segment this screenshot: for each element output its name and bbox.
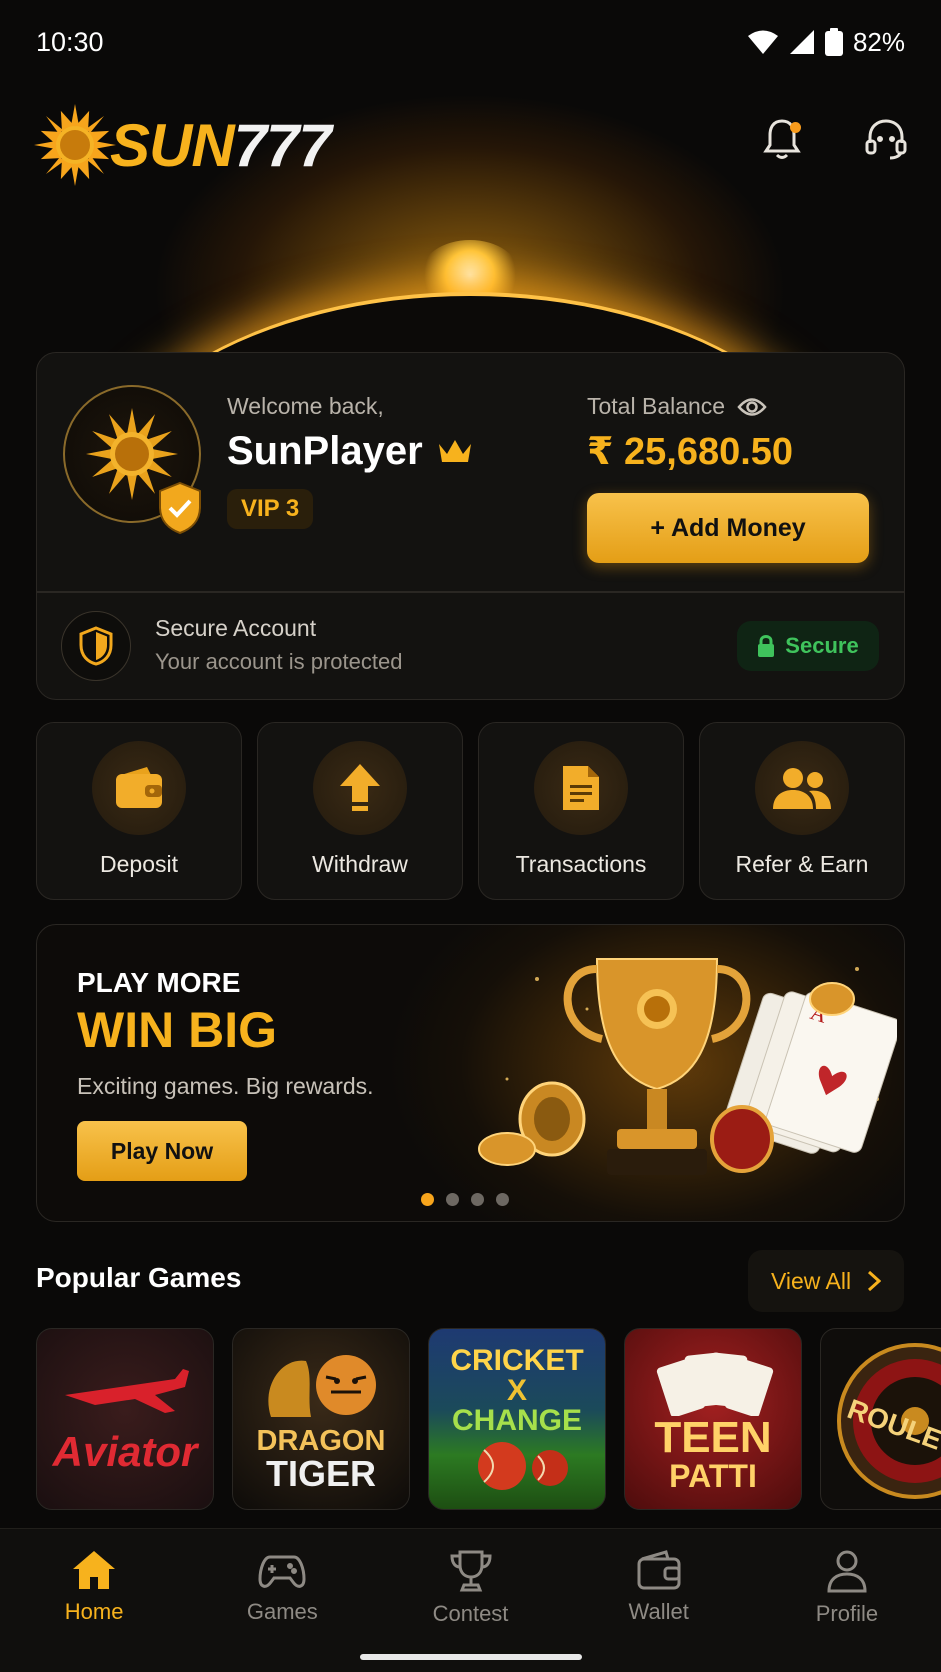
card-divider [37,591,904,593]
planet-horizon [80,292,860,360]
refer-earn-button[interactable]: Refer & Earn [699,722,905,900]
lock-icon [758,635,775,657]
nav-games[interactable]: Games [188,1529,376,1672]
battery-icon [824,28,843,56]
banner-headline: WIN BIG [77,1002,277,1058]
status-indicators: 82% [747,27,905,58]
quick-actions: Deposit Withdraw Transactions Refer & Ea… [36,722,905,900]
airplane-icon [65,1369,189,1413]
balance-value: ₹ 25,680.50 [587,431,794,473]
home-icon [73,1551,116,1589]
playing-cards-icon [656,1352,774,1416]
game-card-dragon-tiger[interactable]: DRAGON TIGER [232,1328,410,1510]
signal-icon [789,30,814,54]
carousel-indicator [421,1193,509,1206]
transactions-button[interactable]: Transactions [478,722,684,900]
cricket-ball-icon [478,1442,568,1490]
battery-percent: 82% [852,26,905,57]
headset-icon [865,119,907,160]
game-title: TEEN PATTI [654,1413,772,1494]
action-label: Deposit [100,851,178,877]
welcome-text: Welcome back, [227,393,384,419]
brand-wordmark: SUN777 [110,111,332,179]
game-card-aviator[interactable]: Aviator [36,1328,214,1510]
security-title: Secure Account [155,615,317,641]
notification-button[interactable] [755,112,809,166]
deposit-button[interactable]: Deposit [36,722,242,900]
users-icon [773,768,831,809]
bottom-navigation: Home Games Contest Wallet Profile [0,1528,941,1672]
wallet-icon [637,1550,681,1590]
wifi-icon [747,30,778,54]
game-title: DRAGON TIGER [256,1424,386,1494]
username: SunPlayer [227,429,423,473]
carousel-dot[interactable] [446,1193,459,1206]
account-card: Welcome back, SunPlayer VIP 3 Total Bala… [36,352,905,700]
status-time: 10:30 [36,26,104,57]
eye-icon[interactable] [737,396,767,418]
nav-wallet[interactable]: Wallet [565,1529,753,1672]
document-icon [563,766,599,810]
game-card-teen-patti[interactable]: TEEN PATTI [624,1328,802,1510]
sun-logo-icon [34,104,116,186]
support-button[interactable] [859,112,913,166]
carousel-dot[interactable] [496,1193,509,1206]
popular-games-title: Popular Games [36,1262,242,1293]
arrow-up-icon [340,764,380,811]
game-card-roulette[interactable]: ROULETTE [820,1328,941,1510]
trophy-cards-illustration: A [478,958,897,1175]
wallet-icon [116,767,162,808]
carousel-dot[interactable] [471,1193,484,1206]
brand-logo: SUN777 [34,104,332,186]
chevron-right-icon [868,1270,882,1292]
shield-icon [79,626,113,666]
banner-subtitle: Exciting games. Big rewards. [77,1073,374,1099]
game-card-cricket-x-change[interactable]: CRICKET X CHANGE [428,1328,606,1510]
action-label: Withdraw [312,851,408,877]
nav-contest[interactable]: Contest [376,1529,564,1672]
nav-home[interactable]: Home [0,1529,188,1672]
username-row: SunPlayer [227,429,473,474]
carousel-dot[interactable] [421,1193,434,1206]
balance-label-row: Total Balance [587,393,767,420]
game-title: CRICKET X CHANGE [450,1344,584,1437]
game-title: Aviator [52,1428,198,1475]
promo-banner[interactable]: PLAY MORE WIN BIG Exciting games. Big re… [36,924,905,1222]
trophy-icon [449,1550,492,1592]
secure-status-badge: Secure [737,621,879,671]
verified-shield-icon [159,481,201,535]
nav-profile[interactable]: Profile [753,1529,941,1672]
crown-icon [438,439,471,462]
banner-line1: PLAY MORE [77,967,241,998]
withdraw-button[interactable]: Withdraw [257,722,463,900]
security-icon-circle [61,611,131,681]
view-all-button[interactable]: View All [748,1250,904,1312]
action-label: Refer & Earn [735,851,869,877]
security-subtitle: Your account is protected [155,649,403,674]
vip-badge: VIP 3 [227,489,314,529]
action-label: Transactions [515,851,647,877]
balance-label: Total Balance [587,393,726,419]
add-money-button[interactable]: + Add Money [587,493,869,563]
play-now-button[interactable]: Play Now [77,1121,247,1181]
popular-games-list: Aviator DRAGON TIGER CRICKET X CHANGE TE… [36,1328,941,1510]
status-bar: 10:30 82% [0,0,941,84]
profile-icon [827,1550,867,1593]
home-indicator[interactable] [360,1654,582,1660]
header-actions [755,112,913,166]
gamepad-icon [258,1555,306,1588]
notification-dot [790,122,801,133]
dragon-tiger-art [268,1354,376,1417]
